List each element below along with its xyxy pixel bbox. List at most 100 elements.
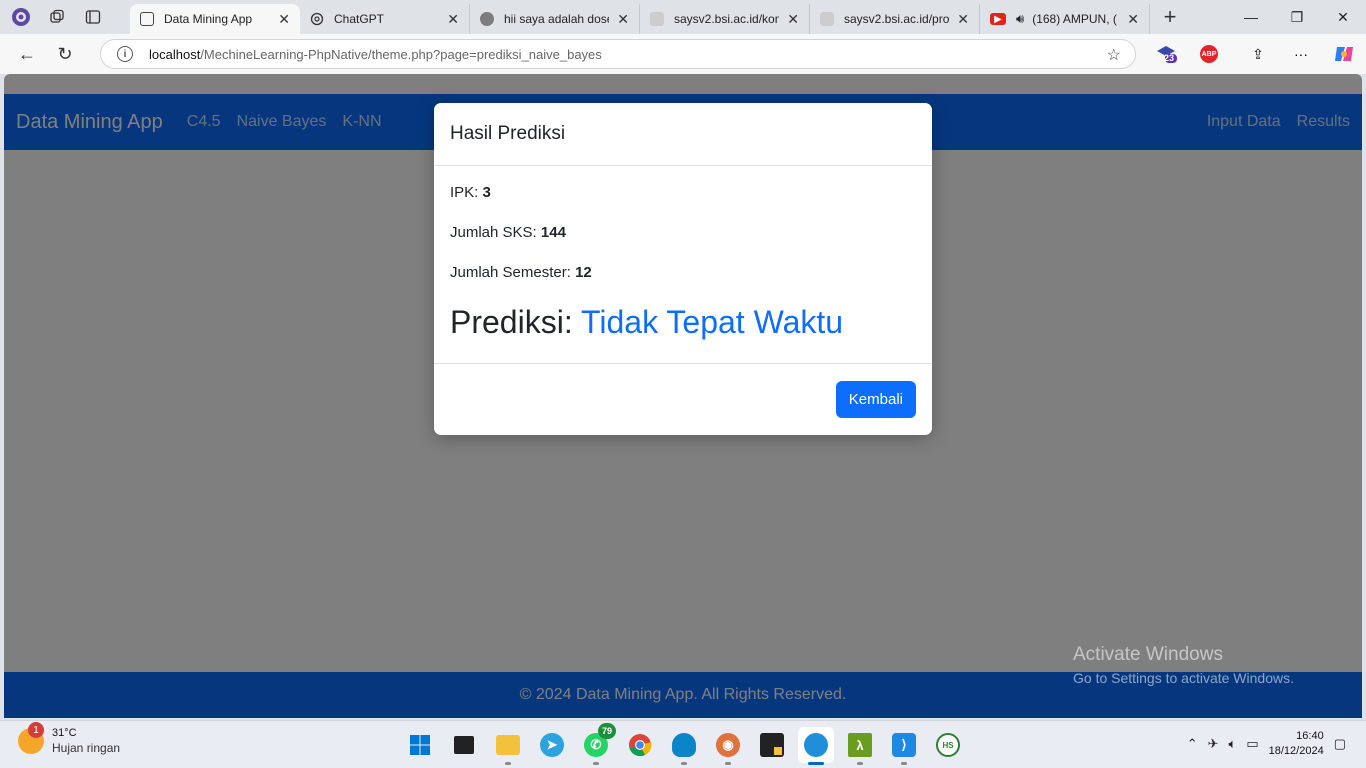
modal-footer: Kembali (434, 364, 932, 434)
close-tab-icon[interactable]: ✕ (278, 11, 290, 28)
weather-condition: Hujan ringan (52, 741, 121, 755)
refresh-icon[interactable]: ↻ (48, 39, 82, 69)
page-icon (650, 12, 664, 26)
more-menu-icon[interactable]: ··· (1287, 40, 1315, 68)
file-explorer-icon[interactable] (490, 727, 526, 765)
clock-date: 18/12/2024 (1268, 745, 1324, 757)
weather-badge: 1 (28, 722, 44, 738)
system-tray: ⌃ ✈ 🔈︎ ▭ 16:40 18/12/2024 ▢ (1187, 729, 1346, 759)
chrome-icon[interactable] (622, 727, 658, 763)
youtube-icon: ▶ (990, 13, 1006, 25)
url-path: /MechineLearning-PhpNative/theme.php?pag… (200, 46, 602, 62)
page-icon (140, 12, 154, 26)
mysql-workbench-icon[interactable] (666, 727, 702, 765)
clock-time: 16:40 (1296, 730, 1324, 742)
watermark-title: Activate Windows (1073, 644, 1223, 665)
activate-windows-watermark: Activate Windows Go to Settings to activ… (1073, 644, 1294, 686)
tab-title: ChatGPT (334, 12, 385, 26)
prediction-value: Tidak Tepat Waktu (581, 304, 844, 340)
hs-app-icon[interactable]: HS (930, 727, 966, 763)
task-view-icon[interactable] (446, 727, 482, 763)
close-tab-icon[interactable]: ✕ (1127, 11, 1139, 28)
weather-sun-icon: 1 (18, 722, 44, 754)
address-toolbar: ← ↻ i localhost /MechineLearning-PhpNati… (0, 34, 1366, 74)
semester-row: Jumlah Semester: 12 (450, 262, 916, 302)
chatgpt-icon (310, 12, 324, 26)
semester-value: 12 (575, 264, 592, 281)
ipk-value: 3 (482, 184, 491, 201)
close-tab-icon[interactable]: ✕ (617, 11, 629, 28)
workspaces-icon[interactable] (46, 6, 68, 28)
share-icon[interactable]: ⇪ (1244, 40, 1272, 68)
adblock-label: ABP (1200, 45, 1218, 63)
browser-tab-strip: Data Mining App ✕ ChatGPT ✕ hii saya ada… (0, 0, 1366, 34)
sticky-notes-icon[interactable] (754, 727, 790, 763)
tab-saysv2-kons[interactable]: saysv2.bsi.ac.id/kons ✕ (640, 4, 810, 34)
ipk-label: IPK: (450, 184, 479, 201)
tab-title: saysv2.bsi.ac.id/profi (844, 12, 950, 26)
start-icon[interactable] (402, 727, 438, 763)
telegram-icon[interactable]: ➤ (534, 727, 570, 763)
whatsapp-badge: 79 (598, 723, 616, 739)
vscode-icon[interactable]: ⟩ (886, 727, 922, 765)
minimize-icon[interactable]: — (1228, 0, 1274, 34)
address-bar[interactable]: i localhost /MechineLearning-PhpNative/t… (100, 39, 1136, 69)
chevron-up-icon[interactable]: ⌃ (1187, 736, 1198, 752)
weather-temperature: 31°C (52, 727, 77, 739)
restore-icon[interactable]: ❐ (1274, 0, 1320, 34)
battery-icon[interactable]: ▭ (1246, 736, 1258, 752)
tab-youtube[interactable]: ▶ 🔊︎ (168) AMPUN, ( ✕ (980, 4, 1150, 34)
volume-icon[interactable]: 🔈︎ (1229, 736, 1237, 752)
extension-badge: 23 (1164, 53, 1175, 63)
close-window-icon[interactable]: ✕ (1320, 0, 1366, 34)
adblock-icon[interactable]: ABP (1195, 40, 1223, 68)
new-tab-button[interactable]: + (1150, 4, 1190, 30)
whatsapp-icon[interactable]: ✆ 79 (578, 723, 616, 765)
weather-text: 31°C Hujan ringan (52, 727, 120, 755)
tab-saysv2-profi[interactable]: saysv2.bsi.ac.id/profi ✕ (810, 4, 980, 34)
page-viewport: Data Mining App C4.5 Naive Bayes K-NN In… (4, 74, 1362, 718)
site-info-icon[interactable]: i (117, 46, 133, 62)
clock[interactable]: 16:40 18/12/2024 (1269, 729, 1324, 759)
url-host: localhost (149, 46, 201, 62)
sks-value: 144 (540, 224, 566, 241)
game-app-icon[interactable]: ◉ (710, 727, 746, 765)
network-icon[interactable]: ✈ (1208, 736, 1219, 752)
extension-icon[interactable]: 23 (1152, 40, 1180, 68)
modal-body: IPK: 3 Jumlah SKS: 144 Jumlah Semester: … (434, 166, 932, 364)
profile-icon[interactable] (10, 6, 32, 28)
prediction-heading: Prediksi: Tidak Tepat Waktu (450, 304, 916, 341)
sks-row: Jumlah SKS: 144 (450, 222, 916, 262)
copilot-icon[interactable] (1330, 40, 1358, 68)
close-tab-icon[interactable]: ✕ (957, 11, 969, 28)
tab-chatgpt[interactable]: ChatGPT ✕ (300, 4, 470, 34)
modal-title: Hasil Prediksi (450, 123, 566, 144)
tab-hii-saya[interactable]: hii saya adalah dosen ✕ (470, 4, 640, 34)
watermark-subtitle: Go to Settings to activate Windows. (1073, 670, 1294, 686)
lambda-app-icon[interactable]: λ (842, 727, 878, 765)
tab-title: Data Mining App (164, 12, 253, 26)
page-icon (820, 12, 834, 26)
weather-widget[interactable]: 1 31°C Hujan ringan (18, 722, 120, 755)
notifications-icon[interactable]: ▢ (1334, 736, 1346, 752)
edge-icon[interactable] (798, 727, 834, 765)
back-icon[interactable]: ← (10, 39, 44, 69)
close-tab-icon[interactable]: ✕ (447, 11, 459, 28)
close-tab-icon[interactable]: ✕ (787, 11, 799, 28)
tab-data-mining-app[interactable]: Data Mining App ✕ (130, 4, 300, 34)
ipk-row: IPK: 3 (450, 182, 916, 222)
page-icon (480, 12, 494, 26)
speaker-icon[interactable]: 🔊︎ (1016, 11, 1024, 27)
semester-label: Jumlah Semester: (450, 264, 571, 281)
tab-title: hii saya adalah dosen (504, 12, 610, 26)
tab-actions-icon[interactable] (82, 6, 104, 28)
prediction-modal: Hasil Prediksi IPK: 3 Jumlah SKS: 144 Ju… (434, 103, 932, 435)
tabstrip-left-controls (0, 6, 130, 28)
favorite-star-icon[interactable]: ☆ (1107, 45, 1121, 65)
tab-title: saysv2.bsi.ac.id/kons (674, 12, 780, 26)
taskbar-apps: ➤ ✆ 79 ◉ λ ⟩ HS (402, 723, 966, 765)
kembali-button[interactable]: Kembali (835, 380, 916, 418)
window-controls: — ❐ ✕ (1228, 0, 1366, 34)
windows-taskbar: 1 31°C Hujan ringan ➤ ✆ 79 ◉ λ ⟩ HS ⌃ ✈ … (0, 720, 1366, 768)
sks-label: Jumlah SKS: (450, 224, 537, 241)
